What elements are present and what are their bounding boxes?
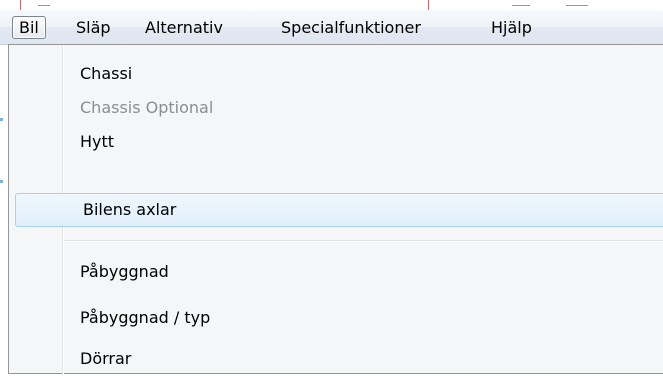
menu-item-bilens-axlar[interactable]: Bilens axlar — [15, 193, 663, 227]
menu-separator — [64, 241, 663, 242]
menu-item-label: Chassis Optional — [80, 98, 214, 117]
menu-slap[interactable]: Släp — [69, 16, 118, 39]
menu-item-label: Dörrar — [80, 349, 132, 368]
background-mark — [512, 5, 530, 6]
background-mark — [38, 5, 50, 6]
background-divider — [428, 0, 429, 10]
background-mark — [0, 180, 3, 183]
menu-item-label: Hytt — [80, 132, 115, 151]
background-mark — [0, 118, 3, 121]
window-background — [0, 0, 663, 10]
menu-item-label: Chassi — [80, 64, 133, 83]
menu-item-label: Bilens axlar — [83, 200, 177, 219]
menu-specialfunktioner[interactable]: Specialfunktioner — [274, 16, 428, 39]
background-divider — [20, 0, 21, 10]
menu-item-chassis-optional: Chassis Optional — [12, 91, 663, 125]
background-mark — [566, 5, 588, 6]
menu-bil[interactable]: Bil — [12, 16, 46, 39]
menu-item-label: Påbyggnad — [80, 262, 169, 281]
menu-item-label: Påbyggnad / typ — [80, 308, 211, 327]
menu-bar: Bil Släp Alternativ Specialfunktioner Hj… — [0, 10, 663, 45]
menu-hjalp[interactable]: Hjälp — [484, 16, 539, 39]
menu-item-pabyggnad-typ[interactable]: Påbyggnad / typ — [12, 301, 663, 335]
menu-alternativ[interactable]: Alternativ — [138, 16, 230, 39]
menu-item-hytt[interactable]: Hytt — [12, 125, 663, 159]
menu-item-dorrar[interactable]: Dörrar — [12, 342, 663, 376]
menu-item-chassi[interactable]: Chassi — [12, 57, 663, 91]
menu-item-pabyggnad[interactable]: Påbyggnad — [12, 255, 663, 289]
bil-dropdown-menu: Chassi Chassis Optional Hytt Bilens axla… — [8, 44, 663, 376]
